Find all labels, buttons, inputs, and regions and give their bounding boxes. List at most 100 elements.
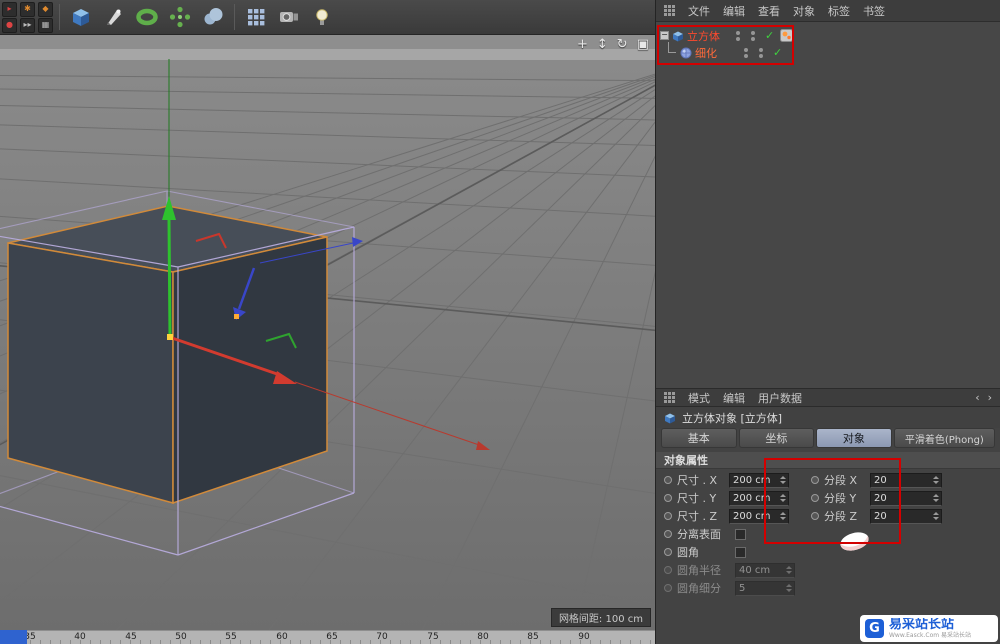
segments-z-field[interactable]: 20 — [870, 508, 942, 524]
timeline-start-marker[interactable] — [0, 630, 27, 644]
viewport-canvas[interactable]: + ↕ ↻ ▣ 网格间距: 100 cm — [0, 35, 655, 630]
tab-coordinates[interactable]: 坐标 — [738, 428, 815, 448]
menu-tags[interactable]: 标签 — [828, 3, 850, 19]
ruler-tick: 50 — [175, 632, 187, 642]
menu-mode[interactable]: 模式 — [688, 390, 710, 406]
origin-handle-dot[interactable] — [167, 334, 173, 340]
spinner — [784, 582, 793, 595]
gear-icon[interactable]: ✱ — [20, 1, 35, 17]
metaball-icon[interactable] — [198, 2, 228, 32]
y-axis-handle[interactable] — [167, 218, 172, 338]
ruler-tick: 90 — [578, 632, 590, 642]
track-icon[interactable]: ▦ — [38, 17, 53, 33]
subdivision-torus-icon[interactable] — [132, 2, 162, 32]
param-dot-icon[interactable] — [664, 494, 672, 502]
segments-x-label: 分段 X — [824, 474, 858, 487]
cube-object[interactable] — [7, 205, 328, 505]
c4d-window: { "toolbar": { "icons": ["keyframe-icon"… — [0, 0, 1000, 644]
menu-object[interactable]: 对象 — [793, 3, 815, 19]
viewport-3d-scene[interactable] — [0, 35, 655, 630]
editor-visibility-dots[interactable] — [744, 47, 748, 58]
enabled-check-icon[interactable]: ✓ — [773, 46, 782, 59]
render-visibility-dots[interactable] — [759, 47, 763, 58]
panel-grid-icon[interactable] — [664, 392, 675, 403]
maximize-icon[interactable]: ▣ — [637, 37, 649, 52]
rotate-icon[interactable]: ↻ — [617, 37, 628, 52]
property-row: 尺寸 . X 200 cm 分段 X 20 — [656, 471, 1000, 489]
param-dot-icon[interactable] — [811, 476, 819, 484]
playback-icon[interactable]: ▸▸ — [20, 17, 35, 33]
menu-am-edit[interactable]: 编辑 — [723, 390, 745, 406]
menu-view[interactable]: 查看 — [758, 3, 780, 19]
editor-visibility-dots[interactable] — [736, 30, 740, 41]
spline-pen-icon[interactable] — [99, 2, 129, 32]
size-y-value: 200 cm — [733, 492, 771, 504]
ruler-tick: 45 — [125, 632, 137, 642]
object-manager[interactable]: − 立方体 ✓ 细化 ✓ — [656, 22, 1000, 388]
param-dot-icon[interactable] — [664, 548, 672, 556]
menu-bookmarks[interactable]: 书签 — [863, 3, 885, 19]
spinner[interactable] — [931, 474, 940, 487]
matrix-grid-icon[interactable] — [241, 2, 271, 32]
param-dot-icon[interactable] — [664, 530, 672, 538]
param-dot-icon[interactable] — [664, 512, 672, 520]
right-panel: 文件 编辑 查看 对象 标签 书签 − 立方体 ✓ 细化 ✓ 模式 编辑 用户数… — [655, 0, 1000, 644]
cube-object-icon — [665, 413, 675, 423]
param-dot-icon[interactable] — [811, 494, 819, 502]
tab-object[interactable]: 对象 — [816, 428, 892, 448]
back-icon[interactable]: ‹ — [975, 391, 979, 404]
keyframe2-icon[interactable]: ◆ — [38, 1, 53, 17]
main-toolbar: ▸ ● ✱ ▸▸ ◆ ▦ — [0, 0, 655, 35]
object-row-smoothing[interactable]: 细化 ✓ — [656, 41, 1000, 61]
timeline-ruler[interactable]: 35 40 45 50 55 60 65 70 75 80 85 90 — [0, 630, 655, 644]
object-manager-menubar: 文件 编辑 查看 对象 标签 书签 — [656, 0, 1000, 22]
toolbar-separator — [234, 4, 235, 30]
expander-icon[interactable]: − — [660, 31, 669, 40]
separate-surfaces-checkbox[interactable] — [735, 528, 746, 540]
spinner[interactable] — [778, 510, 787, 523]
object-row-cube[interactable]: − 立方体 ✓ — [656, 27, 1000, 44]
record-icon[interactable]: ● — [2, 17, 17, 33]
param-dot-icon[interactable] — [811, 512, 819, 520]
phong-tag-icon[interactable] — [780, 29, 794, 42]
forward-icon[interactable]: › — [988, 391, 992, 404]
spinner[interactable] — [778, 492, 787, 505]
property-row-disabled: 圆角细分 5 — [656, 579, 1000, 597]
keyframe-icon[interactable]: ▸ — [2, 1, 17, 17]
ruler-tick: 65 — [326, 632, 338, 642]
dolly-icon[interactable]: ↕ — [597, 37, 608, 52]
camera-icon[interactable] — [274, 2, 304, 32]
menu-edit[interactable]: 编辑 — [723, 3, 745, 19]
light-icon[interactable] — [307, 2, 337, 32]
segments-x-field[interactable]: 20 — [870, 472, 942, 488]
segments-y-field[interactable]: 20 — [870, 490, 942, 506]
ruler-tick: 40 — [74, 632, 86, 642]
param-dot-icon[interactable] — [664, 476, 672, 484]
tab-basic[interactable]: 基本 — [661, 428, 737, 448]
section-title: 对象属性 — [664, 454, 708, 467]
attribute-title-bar: 立方体对象 [立方体] — [656, 407, 1000, 428]
object-label-cube[interactable]: 立方体 — [687, 28, 729, 44]
enabled-check-icon[interactable]: ✓ — [765, 29, 774, 42]
tab-phong[interactable]: 平滑着色(Phong) — [893, 428, 995, 448]
fillet-checkbox[interactable] — [735, 546, 746, 558]
edge-handle-dot[interactable] — [234, 314, 239, 319]
spinner[interactable] — [931, 492, 940, 505]
size-z-label: 尺寸 . Z — [677, 510, 718, 523]
panel-grid-icon[interactable] — [664, 5, 675, 16]
size-z-field[interactable]: 200 cm — [729, 508, 789, 524]
menu-file[interactable]: 文件 — [688, 3, 710, 19]
render-visibility-dots[interactable] — [751, 30, 755, 41]
spinner[interactable] — [931, 510, 940, 523]
object-label-smoothing[interactable]: 细化 — [695, 45, 737, 61]
array-icon[interactable] — [165, 2, 195, 32]
menu-userdata[interactable]: 用户数据 — [758, 390, 802, 406]
pan-icon[interactable]: + — [577, 37, 588, 52]
spinner[interactable] — [778, 474, 787, 487]
cube-left-face[interactable] — [7, 242, 174, 504]
size-y-field[interactable]: 200 cm — [729, 490, 789, 506]
segments-y-label: 分段 Y — [824, 492, 857, 505]
cube-primitive-icon[interactable] — [66, 2, 96, 32]
fillet-subdivision-field: 5 — [735, 580, 795, 596]
size-x-field[interactable]: 200 cm — [729, 472, 789, 488]
